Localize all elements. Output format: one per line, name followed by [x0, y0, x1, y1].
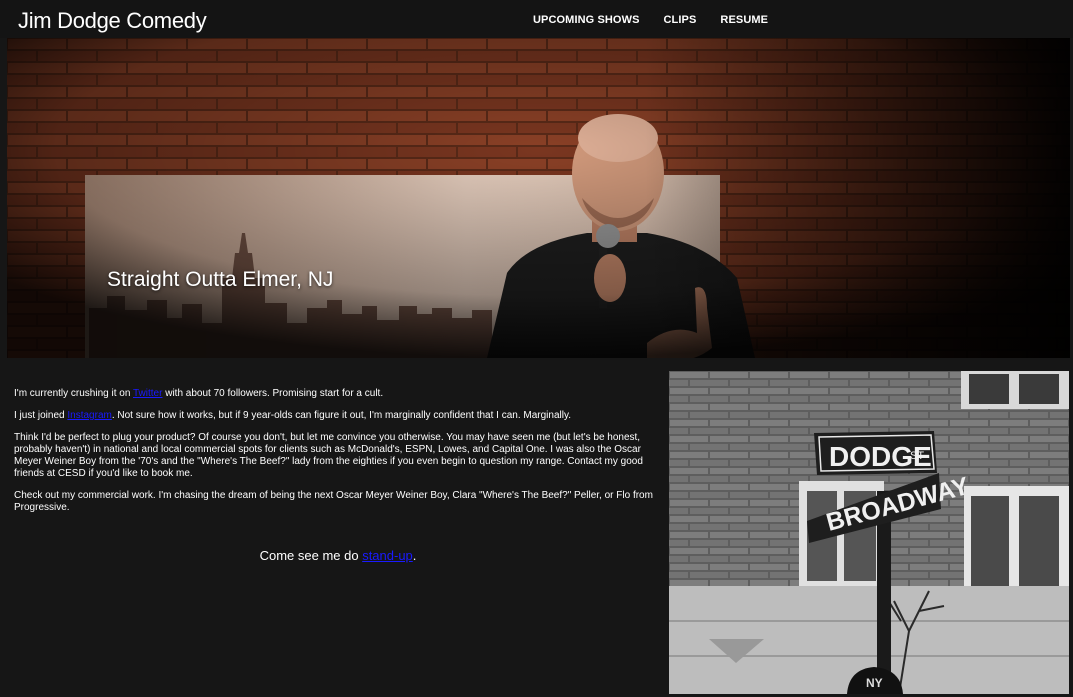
nav-links: UPCOMING SHOWS CLIPS RESUME [533, 14, 792, 26]
nav-resume-link[interactable]: RESUME [720, 14, 768, 26]
nav-upcoming-shows-link[interactable]: UPCOMING SHOWS [533, 14, 640, 26]
standup-cta: Come see me do stand-up. [14, 548, 662, 563]
hero-tagline: Straight Outta Elmer, NJ [107, 268, 334, 291]
hero-image [7, 38, 1070, 358]
sign-st-text: ST [910, 450, 924, 462]
cta-text-after: . [412, 548, 417, 563]
instagram-link[interactable]: Instagram [67, 410, 111, 421]
bio-paragraph-twitter: I'm currently crushing it on Twitter wit… [14, 388, 662, 400]
bio-paragraph-instagram: I just joined Instagram. Not sure how it… [14, 410, 662, 422]
bio-paragraph-commercials: Think I'd be perfect to plug your produc… [14, 432, 643, 479]
p1-text-before: I'm currently crushing it on [14, 388, 133, 399]
bio-paragraph-commercial-work: Check out my commercial work. I'm chasin… [14, 490, 653, 513]
p2-text-after: . Not sure how it works, but if 9 year-o… [111, 410, 571, 421]
navbar: Jim Dodge Comedy UPCOMING SHOWS CLIPS RE… [0, 0, 1073, 38]
p2-text-before: I just joined [14, 410, 68, 421]
p1-text-after: with about 70 followers. Promising start… [162, 388, 384, 399]
street-sign-photo: DODGE ST BROADWAY NY [669, 371, 1069, 694]
bio-content: I'm currently crushing it on Twitter wit… [14, 388, 662, 524]
nav-clips-link[interactable]: CLIPS [664, 14, 697, 26]
street-sign-image: DODGE ST BROADWAY NY [669, 371, 1069, 694]
cap-logo-text: NY [866, 676, 883, 690]
site-brand-link[interactable]: Jim Dodge Comedy [18, 8, 207, 34]
twitter-link[interactable]: Twitter [133, 388, 162, 399]
hero-banner: Straight Outta Elmer, NJ [7, 38, 1070, 358]
standup-link[interactable]: stand-up [362, 548, 413, 563]
cta-text-before: Come see me do [259, 548, 363, 563]
